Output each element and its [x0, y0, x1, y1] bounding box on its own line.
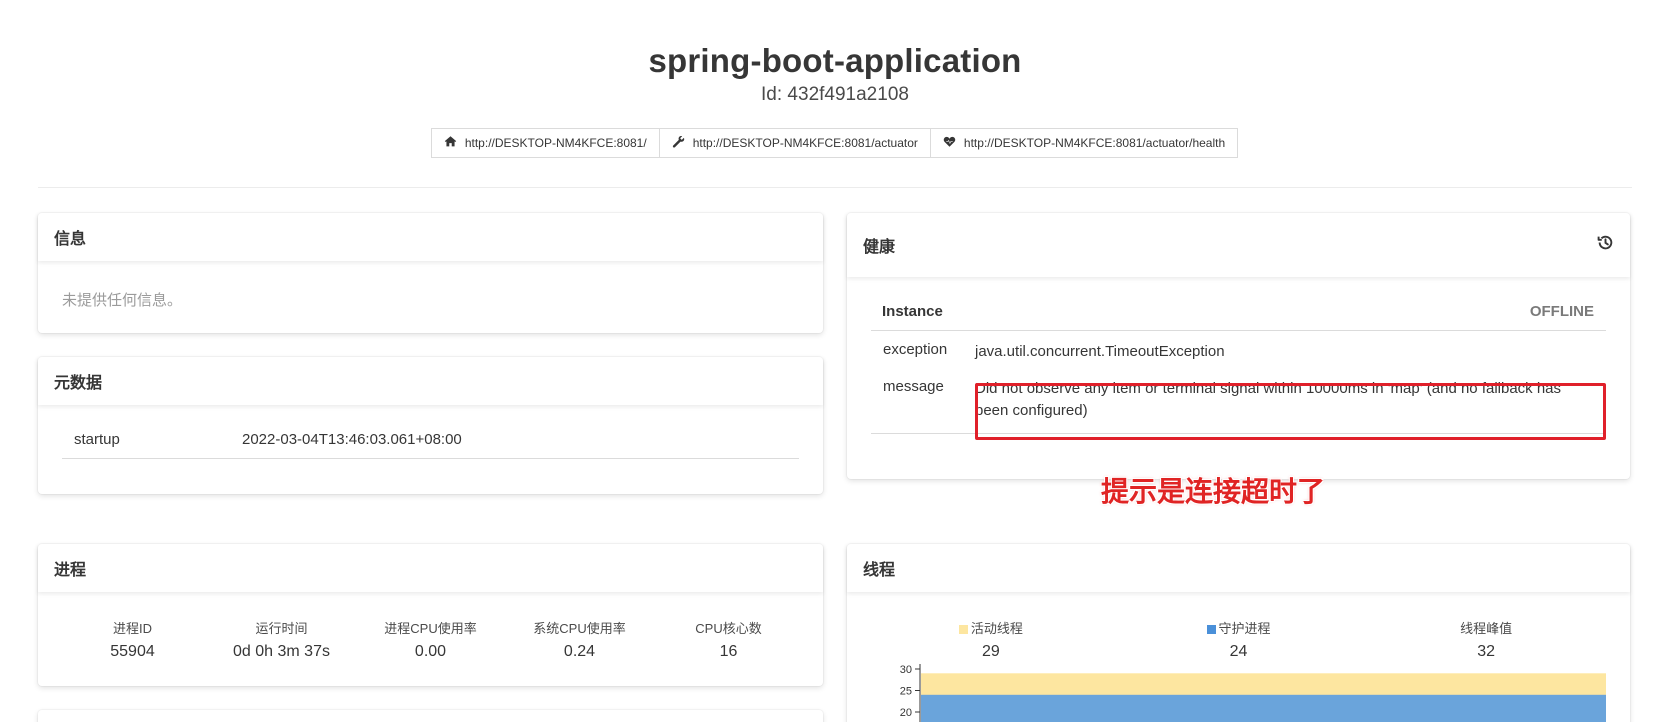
process-card-title: 进程: [54, 562, 87, 579]
y-tick-label: 20: [900, 707, 912, 719]
app-id: Id: 432f491a2108: [761, 84, 909, 105]
threads-card-title: 线程: [863, 562, 896, 579]
stat-value: 55904: [110, 643, 155, 660]
thread-stats: 活动线程 29 守护进程 24 线程峰值 32: [847, 592, 1630, 661]
stat-process-cpu: 进程CPU使用率 0.00: [356, 618, 505, 661]
process-card-header: 进程: [38, 544, 823, 592]
metadata-row-startup: startup 2022-03-04T13:46:03.061+08:00: [62, 417, 799, 459]
app-title: spring-boot-application: [648, 42, 1022, 79]
metadata-value: 2022-03-04T13:46:03.061+08:00: [242, 431, 462, 448]
health-instance-row: Instance OFFLINE: [871, 277, 1606, 331]
stat-label: 运行时间: [255, 621, 308, 636]
status-badge: OFFLINE: [1529, 303, 1594, 320]
stat-cpu-cores: CPU核心数 16: [654, 618, 803, 661]
health-card-title: 健康: [863, 239, 896, 256]
threads-chart-svg: 30 25 20: [900, 664, 1606, 722]
threads-card-header: 线程: [847, 544, 1630, 592]
instance-label: Instance: [882, 303, 943, 320]
info-empty-message: 未提供任何信息。: [62, 292, 183, 309]
info-card-title: 信息: [54, 231, 87, 248]
wrench-icon: [672, 135, 685, 151]
stat-label: CPU核心数: [695, 621, 762, 636]
stat-value: 0d 0h 3m 37s: [233, 643, 330, 660]
metadata-card-title: 元数据: [54, 375, 103, 392]
endpoint-links: http://DESKTOP-NM4KFCE:8081/ http://DESK…: [0, 128, 1670, 158]
health-card-header: 健康: [847, 213, 1630, 277]
process-card: 进程 进程ID 55904 运行时间 0d 0h 3m 37s 进程CPU使用率…: [38, 544, 823, 686]
annotation-highlight-box: [975, 383, 1606, 440]
actuator-url-label: http://DESKTOP-NM4KFCE:8081/actuator: [692, 136, 918, 150]
series-area-1: [921, 694, 1606, 722]
threads-chart: 30 25 20: [847, 664, 1630, 722]
stat-value: 32: [1477, 643, 1496, 660]
stat-uptime: 运行时间 0d 0h 3m 37s: [207, 618, 356, 661]
stat-value: 0.00: [414, 643, 447, 660]
stat-label: 线程峰值: [1460, 621, 1513, 636]
stat-label: 进程ID: [112, 621, 152, 636]
stat-label: 系统CPU使用率: [533, 621, 626, 636]
annotation-text: 提示是连接超时了: [1101, 475, 1326, 508]
stat-system-cpu: 系统CPU使用率 0.24: [505, 618, 654, 661]
health-url-link[interactable]: http://DESKTOP-NM4KFCE:8081/actuator/hea…: [929, 128, 1239, 158]
metadata-card: 元数据 startup 2022-03-04T13:46:03.061+08:0…: [38, 357, 823, 494]
stat-label: 进程CPU使用率: [384, 621, 477, 636]
metadata-key: startup: [74, 431, 120, 448]
stat-value: 29: [981, 643, 1000, 660]
health-exception-row: exception java.util.concurrent.TimeoutEx…: [871, 331, 1606, 364]
exception-key: exception: [883, 341, 948, 358]
stat-value: 0.24: [563, 643, 596, 660]
health-url-label: http://DESKTOP-NM4KFCE:8081/actuator/hea…: [963, 136, 1226, 150]
stat-value: 16: [719, 643, 738, 660]
stat-value: 24: [1229, 643, 1248, 660]
stat-label: 活动线程: [970, 621, 1023, 636]
metadata-card-header: 元数据: [38, 357, 823, 405]
history-icon[interactable]: [1597, 234, 1614, 256]
live-threads-swatch: [958, 625, 968, 635]
stat-live-threads: 活动线程 29: [867, 618, 1115, 661]
actuator-url-link[interactable]: http://DESKTOP-NM4KFCE:8081/actuator: [658, 128, 931, 158]
heartbeat-icon: [943, 135, 956, 151]
header-divider: [38, 187, 1632, 188]
stat-peak-threads: 线程峰值 32: [1362, 618, 1610, 661]
info-card: 信息 未提供任何信息。: [38, 213, 823, 333]
process-stats: 进程ID 55904 运行时间 0d 0h 3m 37s 进程CPU使用率 0.…: [38, 592, 823, 661]
exception-value: java.util.concurrent.TimeoutException: [975, 343, 1225, 360]
next-card: [38, 710, 823, 722]
message-key: message: [883, 377, 944, 395]
home-url-label: http://DESKTOP-NM4KFCE:8081/: [464, 136, 647, 150]
y-tick-label: 30: [900, 664, 912, 676]
home-url-link[interactable]: http://DESKTOP-NM4KFCE:8081/: [430, 128, 660, 158]
home-icon: [444, 135, 457, 151]
info-card-header: 信息: [38, 213, 823, 261]
stat-label: 守护进程: [1218, 621, 1271, 636]
app-header: spring-boot-application Id: 432f491a2108…: [0, 0, 1670, 158]
stat-pid: 进程ID 55904: [58, 618, 207, 661]
stat-daemon-threads: 守护进程 24: [1115, 618, 1363, 661]
daemon-threads-swatch: [1206, 625, 1216, 635]
y-tick-label: 25: [900, 686, 912, 698]
